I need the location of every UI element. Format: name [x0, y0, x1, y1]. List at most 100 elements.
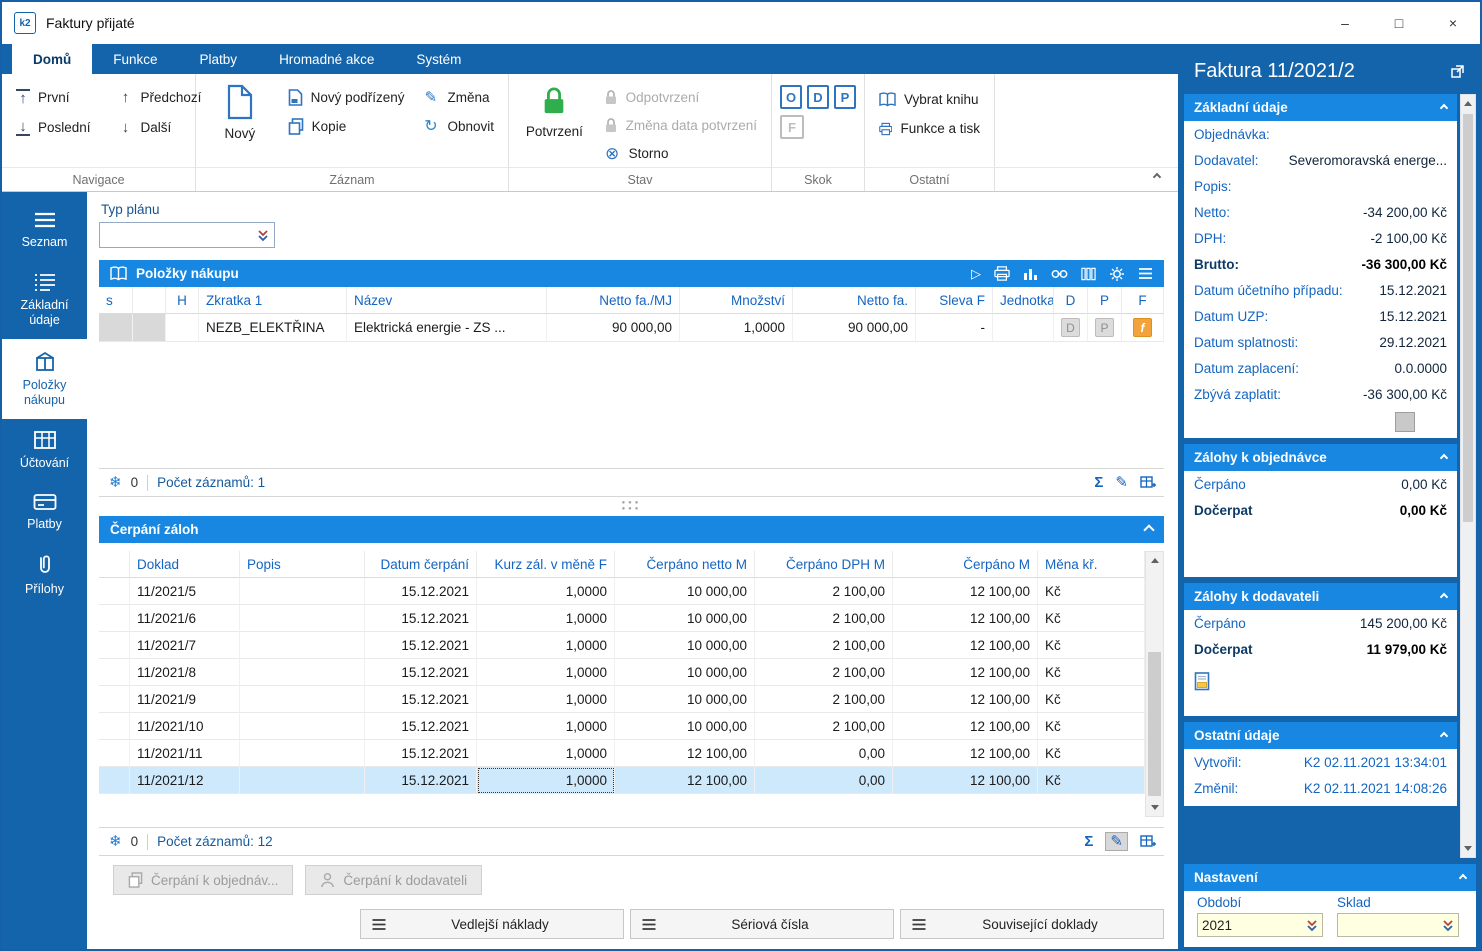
cerpani-k-objednavce-button[interactable]: Čerpání k objednáv...: [113, 865, 294, 895]
copy-button[interactable]: Kopie: [282, 112, 411, 141]
cell[interactable]: [240, 632, 365, 659]
cell[interactable]: NEZB_ELEKTŘINA: [199, 314, 347, 342]
cell[interactable]: Kč: [1038, 713, 1145, 740]
cell[interactable]: 2 100,00: [755, 605, 893, 632]
cell[interactable]: 15.12.2021: [365, 578, 477, 605]
previous-record-button[interactable]: ↑ Předchozí: [113, 83, 208, 112]
cell[interactable]: 12 100,00: [893, 632, 1038, 659]
cell[interactable]: 1,0000: [477, 632, 615, 659]
col-mnozstvi[interactable]: Množství: [680, 287, 793, 314]
sidebar-item-zakladni-udaje[interactable]: Základní údaje: [2, 261, 87, 339]
cell[interactable]: 2 100,00: [755, 632, 893, 659]
cerpani-k-dodavateli-button[interactable]: Čerpání k dodavateli: [305, 865, 483, 895]
panel-scrollbar[interactable]: [1460, 94, 1476, 858]
new-record-button[interactable]: Nový: [204, 80, 276, 167]
cell[interactable]: 90 000,00: [547, 314, 680, 342]
change-button[interactable]: ✎ Změna: [416, 83, 500, 112]
cell[interactable]: 10 000,00: [615, 686, 755, 713]
souvisejici-doklady-button[interactable]: Související doklady: [900, 909, 1164, 939]
sidebar-item-prilohy[interactable]: Přílohy: [2, 543, 87, 608]
confirm-button[interactable]: Potvrzení: [517, 80, 592, 167]
cell[interactable]: 12 100,00: [893, 713, 1038, 740]
cell[interactable]: 12 100,00: [893, 578, 1038, 605]
cell[interactable]: 15.12.2021: [365, 767, 477, 794]
ribbon-collapse-button[interactable]: [1152, 168, 1162, 183]
cell[interactable]: 11/2021/5: [130, 578, 240, 605]
col-h[interactable]: H: [166, 287, 199, 314]
col-cerpano-m[interactable]: Čerpáno M: [893, 551, 1038, 578]
advance-document-icon[interactable]: [1194, 672, 1457, 694]
col-cerpano-dph[interactable]: Čerpáno DPH M: [755, 551, 893, 578]
refresh-button[interactable]: ↻ Obnovit: [416, 112, 500, 141]
col-f[interactable]: F: [1122, 287, 1164, 314]
cell[interactable]: Kč: [1038, 767, 1145, 794]
cell[interactable]: Kč: [1038, 632, 1145, 659]
cell[interactable]: [99, 740, 130, 767]
cell[interactable]: [240, 659, 365, 686]
open-in-window-icon[interactable]: [1450, 63, 1466, 79]
cell[interactable]: 1,0000: [680, 314, 793, 342]
scrollbar-thumb[interactable]: [1463, 114, 1473, 522]
scroll-up-button[interactable]: [1461, 95, 1475, 112]
snowflake-icon[interactable]: ❄: [109, 834, 122, 849]
cell[interactable]: 1,0000: [477, 740, 615, 767]
settings-gear-icon[interactable]: [1109, 266, 1125, 282]
cell[interactable]: [240, 605, 365, 632]
cell[interactable]: [240, 686, 365, 713]
cell[interactable]: 12 100,00: [893, 686, 1038, 713]
cell[interactable]: 12 100,00: [893, 659, 1038, 686]
col-jednotka[interactable]: Jednotka: [993, 287, 1054, 314]
panel-splitter[interactable]: ●●● ●●●: [99, 497, 1164, 516]
scroll-down-button[interactable]: [1461, 840, 1475, 857]
col-cerpano-netto[interactable]: Čerpáno netto M: [615, 551, 755, 578]
menu-icon[interactable]: [1138, 267, 1153, 280]
vedlejsi-naklady-button[interactable]: Vedlejší náklady: [360, 909, 624, 939]
collapse-chevron-icon[interactable]: [1439, 103, 1449, 112]
col-sleva[interactable]: Sleva F: [916, 287, 993, 314]
sidebar-item-uctovani[interactable]: Účtování: [2, 419, 87, 482]
col-doklad[interactable]: Doklad: [130, 551, 240, 578]
cell[interactable]: 2 100,00: [755, 713, 893, 740]
card-header-ostatni[interactable]: Ostatní údaje: [1184, 722, 1457, 749]
col-d[interactable]: D: [1054, 287, 1088, 314]
sklad-combo[interactable]: [1337, 913, 1459, 937]
cell[interactable]: 12 100,00: [893, 740, 1038, 767]
vertical-scrollbar[interactable]: [1145, 551, 1164, 817]
cell[interactable]: -: [916, 314, 993, 342]
run-play-icon[interactable]: ▷: [971, 267, 981, 280]
cell[interactable]: Kč: [1038, 659, 1145, 686]
col-s[interactable]: s: [99, 287, 133, 314]
tab-hromadne-akce[interactable]: Hromadné akce: [258, 44, 395, 74]
col-netto-fa[interactable]: Netto fa.: [793, 287, 916, 314]
jump-p-button[interactable]: P: [834, 85, 856, 109]
cell[interactable]: 15.12.2021: [365, 605, 477, 632]
next-record-button[interactable]: ↓ Další: [113, 113, 208, 142]
storno-button[interactable]: ⊗ Storno: [598, 139, 763, 167]
cell[interactable]: 15.12.2021: [365, 659, 477, 686]
cell[interactable]: 1,0000: [477, 578, 615, 605]
sidebar-item-platby[interactable]: Platby: [2, 482, 87, 543]
cell[interactable]: 1,0000: [477, 605, 615, 632]
tab-platby[interactable]: Platby: [179, 44, 259, 74]
cell[interactable]: [99, 686, 130, 713]
cell[interactable]: Kč: [1038, 740, 1145, 767]
cell[interactable]: [99, 605, 130, 632]
sidebar-item-seznam[interactable]: Seznam: [2, 200, 87, 261]
cell[interactable]: 11/2021/6: [130, 605, 240, 632]
col-popis[interactable]: Popis: [240, 551, 365, 578]
cell[interactable]: 11/2021/8: [130, 659, 240, 686]
edit-pencil-icon[interactable]: ✎: [1115, 475, 1128, 490]
tab-domu[interactable]: Domů: [12, 44, 93, 74]
cell[interactable]: Kč: [1038, 686, 1145, 713]
col-netto-mj[interactable]: Netto fa./MJ: [547, 287, 680, 314]
cell[interactable]: [133, 314, 166, 342]
card-header-zalohy-dod[interactable]: Zálohy k dodavateli: [1184, 583, 1457, 610]
cell[interactable]: 1,0000: [477, 686, 615, 713]
cell[interactable]: 90 000,00: [793, 314, 916, 342]
first-record-button[interactable]: ↑ První: [10, 83, 97, 112]
typ-planu-combo[interactable]: [99, 222, 275, 248]
col-blank[interactable]: [133, 287, 166, 314]
cell[interactable]: 15.12.2021: [365, 686, 477, 713]
cell[interactable]: Kč: [1038, 578, 1145, 605]
maximize-button[interactable]: □: [1372, 2, 1426, 44]
